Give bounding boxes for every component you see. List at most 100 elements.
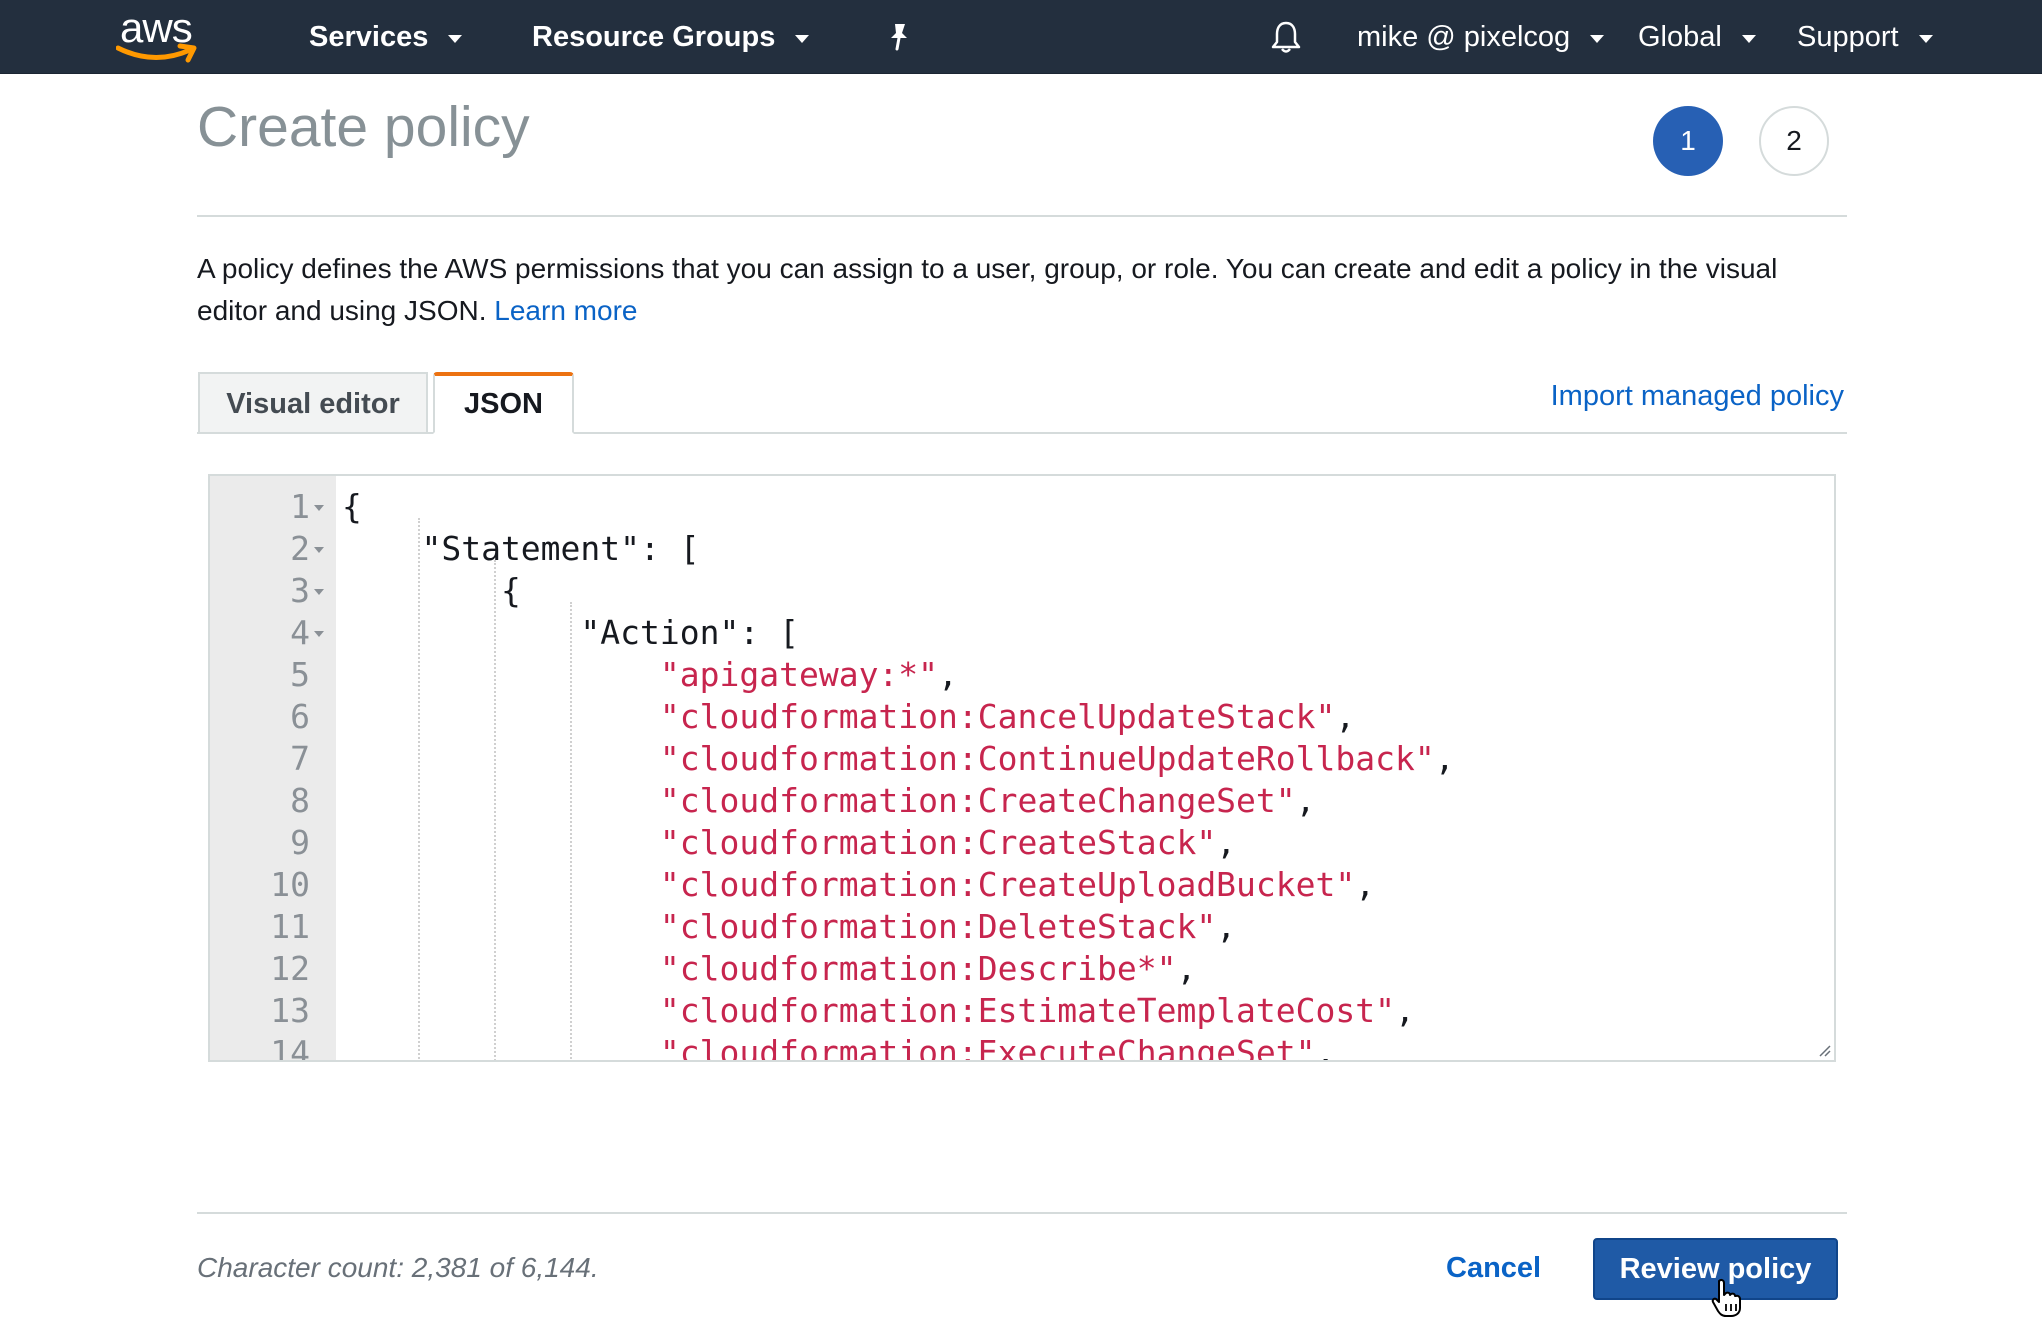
string-token: "cloudformation:ExecuteChangeSet" [659,1033,1316,1062]
line-number: 5 [290,655,310,694]
region-label: Global [1638,20,1722,53]
chevron-down-icon [1590,35,1605,43]
fold-toggle-icon[interactable] [314,631,324,637]
cancel-button[interactable]: Cancel [1446,1252,1541,1285]
code-line-content: "cloudformation:ExecuteChangeSet", [342,1032,1336,1062]
code-line-content: "cloudformation:CreateStack", [342,822,1236,864]
code-line[interactable]: 12 "cloudformation:Describe*", [210,948,1834,990]
character-count: Character count: 2,381 of 6,144. [197,1252,599,1283]
top-navigation-bar: aws Services Resource Groups mike @ pixe… [0,0,2042,74]
code-line[interactable]: 7 "cloudformation:ContinueUpdateRollback… [210,738,1834,780]
tab-json[interactable]: JSON [433,372,574,434]
page-title: Create policy [197,95,530,159]
string-token: "cloudformation:Describe*" [659,949,1177,988]
code-line[interactable]: 8 "cloudformation:CreateChangeSet", [210,780,1834,822]
description-text: A policy defines the AWS permissions tha… [197,253,1778,326]
chevron-down-icon [1918,35,1933,43]
code-line[interactable]: 1{ [210,486,1834,528]
code-line[interactable]: 2 "Statement": [ [210,528,1834,570]
code-line[interactable]: 10 "cloudformation:CreateUploadBucket", [210,864,1834,906]
line-number: 7 [290,739,310,778]
code-line[interactable]: 11 "cloudformation:DeleteStack", [210,906,1834,948]
code-line[interactable]: 9 "cloudformation:CreateStack", [210,822,1834,864]
support-menu[interactable]: Support [1797,0,1933,74]
aws-smile-icon [116,43,197,63]
comma-token: , [1216,907,1237,946]
code-line-content: "cloudformation:EstimateTemplateCost", [342,990,1415,1032]
code-lines: 1{2 "Statement": [3 {4 "Action": [5 "api… [210,486,1834,1062]
code-line[interactable]: 6 "cloudformation:CancelUpdateStack", [210,696,1834,738]
resource-groups-menu[interactable]: Resource Groups [532,0,810,74]
line-number: 13 [270,991,310,1030]
tab-visual-editor[interactable]: Visual editor [198,372,428,434]
code-line-content: "cloudformation:DeleteStack", [342,906,1236,948]
aws-logo[interactable]: aws [116,4,204,66]
resize-handle-icon[interactable] [1816,1042,1832,1058]
code-token: { [342,571,521,610]
code-line[interactable]: 4 "Action": [ [210,612,1834,654]
step-indicator-2: 2 [1759,106,1829,176]
step-indicator-1: 1 [1653,106,1723,176]
services-menu[interactable]: Services [309,0,463,74]
comma-token: , [1355,865,1376,904]
string-token: "cloudformation:ContinueUpdateRollback" [659,739,1435,778]
region-menu[interactable]: Global [1638,0,1756,74]
string-token: "cloudformation:CancelUpdateStack" [659,697,1336,736]
string-token: "apigateway:*" [659,655,939,694]
header-divider [197,215,1847,217]
fold-toggle-icon[interactable] [314,547,324,553]
learn-more-link[interactable]: Learn more [494,295,637,326]
json-policy-editor[interactable]: 1{2 "Statement": [3 {4 "Action": [5 "api… [208,474,1836,1062]
chevron-down-icon [795,35,810,43]
comma-token: , [1395,991,1415,1030]
line-number: 4 [290,613,310,652]
account-menu[interactable]: mike @ pixelcog [1357,0,1605,74]
code-line[interactable]: 14 "cloudformation:ExecuteChangeSet", [210,1032,1834,1062]
code-line-content: "cloudformation:ContinueUpdateRollback", [342,738,1455,780]
comma-token: , [938,655,958,694]
comma-token: , [1295,781,1316,820]
line-number: 14 [270,1033,310,1062]
code-line[interactable]: 13 "cloudformation:EstimateTemplateCost"… [210,990,1834,1032]
code-line-content: "Action": [ [342,612,799,654]
comma-token: , [1434,739,1455,778]
code-token: "Action": [ [342,613,799,652]
code-line[interactable]: 5 "apigateway:*", [210,654,1834,696]
account-label: mike @ pixelcog [1357,20,1571,53]
chevron-down-icon [1741,35,1756,43]
line-number: 10 [270,865,310,904]
comma-token: , [1216,823,1237,862]
bell-icon[interactable] [1265,16,1307,58]
fold-toggle-icon[interactable] [314,505,324,511]
string-token: "cloudformation:CreateStack" [659,823,1217,862]
string-token: "cloudformation:CreateUploadBucket" [659,865,1356,904]
comma-token: , [1335,697,1356,736]
string-token: "cloudformation:EstimateTemplateCost" [659,991,1395,1030]
import-managed-policy-link[interactable]: Import managed policy [1551,380,1844,413]
line-number: 12 [270,949,310,988]
line-number: 8 [290,781,310,820]
code-line-content: "cloudformation:CreateUploadBucket", [342,864,1375,906]
code-line[interactable]: 3 { [210,570,1834,612]
code-line-content: "cloudformation:Describe*", [342,948,1196,990]
line-number: 11 [270,907,310,946]
fold-toggle-icon[interactable] [314,589,324,595]
code-line-content: { [342,486,362,528]
code-token: "Statement": [ [342,529,700,568]
line-number: 3 [290,571,310,610]
hand-cursor-icon [1711,1278,1741,1317]
code-line-content: "Statement": [ [342,528,700,570]
code-line-content: "cloudformation:CancelUpdateStack", [342,696,1355,738]
services-label: Services [309,20,429,53]
policy-description: A policy defines the AWS permissions tha… [197,248,1817,332]
pin-icon[interactable] [878,16,920,58]
comma-token: , [1315,1033,1336,1062]
line-number: 6 [290,697,310,736]
code-token: { [342,487,362,526]
